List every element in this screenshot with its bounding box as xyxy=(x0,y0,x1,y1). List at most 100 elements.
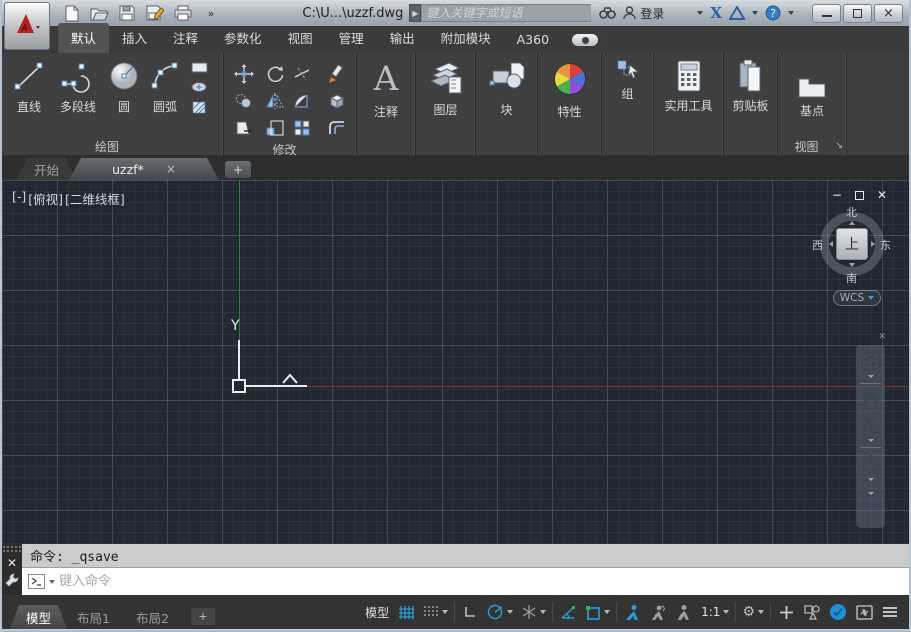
close-button[interactable]: × xyxy=(874,4,903,23)
viewcube-right-arrow-icon[interactable] xyxy=(871,241,875,247)
annotation-scale-button[interactable]: 1:1 xyxy=(697,599,733,625)
ribbon-tab-insert[interactable]: 插入 xyxy=(109,23,160,53)
isodraft-toggle[interactable] xyxy=(517,599,550,625)
layout2-tab[interactable]: 布局2 xyxy=(120,605,185,629)
circle-button[interactable]: 圆 xyxy=(104,53,144,137)
isodraft-dropdown-icon[interactable] xyxy=(540,610,546,614)
open-file-button[interactable] xyxy=(88,3,110,23)
application-menu-button[interactable] xyxy=(4,2,50,50)
a360-dropdown-icon[interactable] xyxy=(752,11,758,15)
viewcube-left-arrow-icon[interactable] xyxy=(829,241,833,247)
annotation-visibility-toggle[interactable] xyxy=(619,599,645,625)
arc-button[interactable]: 圆弧 xyxy=(144,53,186,137)
pan-hand-icon[interactable] xyxy=(861,389,881,411)
array-button[interactable] xyxy=(290,114,321,141)
search-input[interactable] xyxy=(422,5,591,21)
viewport-visual-style-control[interactable]: [二维线框] xyxy=(65,189,125,208)
snap-dropdown-icon[interactable] xyxy=(442,610,448,614)
plot-button[interactable] xyxy=(172,3,194,23)
offset-button[interactable] xyxy=(321,114,352,141)
signin-dropdown-icon[interactable] xyxy=(697,11,703,15)
rotate-button[interactable] xyxy=(259,60,290,87)
search-binoculars-icon[interactable] xyxy=(599,7,616,20)
groups-panel[interactable]: 组 xyxy=(602,53,654,155)
ortho-toggle[interactable] xyxy=(457,599,483,625)
draw-panel-footer[interactable]: 绘图 xyxy=(2,137,223,155)
line-button[interactable]: 直线 xyxy=(6,53,52,137)
viewcube-up-arrow-icon[interactable] xyxy=(849,221,855,225)
ribbon-tab-addins[interactable]: 附加模块 xyxy=(428,23,504,53)
a360-icon[interactable] xyxy=(729,6,745,20)
navigation-wheel-icon[interactable] xyxy=(860,350,882,372)
new-layout-button[interactable]: + xyxy=(191,608,215,625)
grid-toggle[interactable] xyxy=(393,599,419,625)
tab-close-icon[interactable]: × xyxy=(166,162,176,176)
help-dropdown-icon[interactable] xyxy=(788,11,794,15)
navbar-more-dropdown-icon[interactable] xyxy=(868,492,874,495)
customization-button[interactable] xyxy=(877,599,903,625)
block-panel[interactable]: 块 xyxy=(476,53,538,155)
viewcube-south-label[interactable]: 南 xyxy=(846,270,857,286)
drawing-close-icon[interactable]: ✕ xyxy=(877,188,887,202)
zoom-icon[interactable] xyxy=(860,414,882,436)
minimize-button[interactable] xyxy=(812,4,841,23)
command-prompt-icon[interactable] xyxy=(28,574,45,589)
ribbon-minimize-button[interactable] xyxy=(572,34,608,46)
fillet-button[interactable] xyxy=(290,87,321,114)
drawing-area[interactable]: [-] [俯视] [二维线框] − ✕ Y 北 南 西 东 上 xyxy=(2,180,909,544)
command-close-icon[interactable]: ✕ xyxy=(7,557,17,569)
object-snap-plus-button[interactable] xyxy=(773,599,799,625)
drawing-minimize-icon[interactable]: − xyxy=(832,188,842,202)
annoautoscale-toggle[interactable] xyxy=(645,599,671,625)
navbar-close-icon[interactable]: ✕ xyxy=(878,332,886,342)
viewport-view-control[interactable]: [俯视] xyxy=(28,189,63,208)
stretch-button[interactable] xyxy=(228,114,259,141)
osnap-dropdown-icon[interactable] xyxy=(604,610,610,614)
isolate-objects-button[interactable] xyxy=(799,599,825,625)
workspace-dropdown-icon[interactable] xyxy=(758,610,764,614)
save-as-button[interactable] xyxy=(144,3,166,23)
save-button[interactable] xyxy=(116,3,138,23)
viewcube-east-label[interactable]: 东 xyxy=(880,237,891,253)
qat-more-icon[interactable]: » xyxy=(200,3,222,23)
viewcube-west-label[interactable]: 西 xyxy=(812,237,823,253)
ribbon-tab-view[interactable]: 视图 xyxy=(275,23,326,53)
ribbon-tab-output[interactable]: 输出 xyxy=(377,23,428,53)
ribbon-tab-annotate[interactable]: 注释 xyxy=(160,23,211,53)
navigation-wheel-dropdown-icon[interactable] xyxy=(868,375,874,378)
signin-button[interactable]: 登录 xyxy=(623,5,664,22)
rectangle-button[interactable] xyxy=(190,61,219,75)
ellipse-button[interactable] xyxy=(190,80,219,94)
viewcube-north-label[interactable]: 北 xyxy=(846,204,857,220)
workspace-switch-button[interactable]: ⚙ xyxy=(738,599,768,625)
trim-button[interactable] xyxy=(290,60,321,87)
mirror-button[interactable] xyxy=(259,87,290,114)
copy-button[interactable] xyxy=(228,87,259,114)
clipboard-panel[interactable]: 剪贴板 xyxy=(724,53,778,155)
polyline-button[interactable]: 多段线 xyxy=(52,53,104,137)
model-space-button[interactable]: 模型 xyxy=(361,599,393,625)
osnap-toggle[interactable] xyxy=(581,599,614,625)
command-customize-wrench-icon[interactable] xyxy=(5,573,19,587)
hatch-button[interactable] xyxy=(190,99,219,116)
viewport-menu-control[interactable]: [-] xyxy=(12,189,26,208)
otrack-toggle[interactable] xyxy=(555,599,581,625)
explode-button[interactable] xyxy=(321,87,352,114)
command-drag-handle[interactable] xyxy=(3,546,22,553)
scale-button[interactable] xyxy=(259,114,290,141)
viewcube-down-arrow-icon[interactable] xyxy=(849,263,855,267)
match-properties-button[interactable] xyxy=(321,60,352,87)
polar-dropdown-icon[interactable] xyxy=(507,610,513,614)
base-point-button[interactable]: 基点 xyxy=(800,102,824,119)
view-panel-launcher-icon[interactable]: ↘ xyxy=(835,141,843,151)
hardware-acceleration-button[interactable] xyxy=(825,599,851,625)
exchange-apps-icon[interactable]: X xyxy=(710,4,722,22)
annotation-scale-person[interactable] xyxy=(671,599,697,625)
move-button[interactable] xyxy=(228,60,259,87)
polar-tracking-toggle[interactable] xyxy=(483,599,517,625)
new-drawing-tab-button[interactable]: + xyxy=(225,161,251,178)
annotation-panel[interactable]: A 注释 xyxy=(357,53,416,155)
file-tab-current[interactable]: uzzf* × xyxy=(69,158,219,180)
drawing-restore-icon[interactable] xyxy=(855,191,864,200)
wcs-dropdown[interactable]: WCS xyxy=(833,290,881,306)
